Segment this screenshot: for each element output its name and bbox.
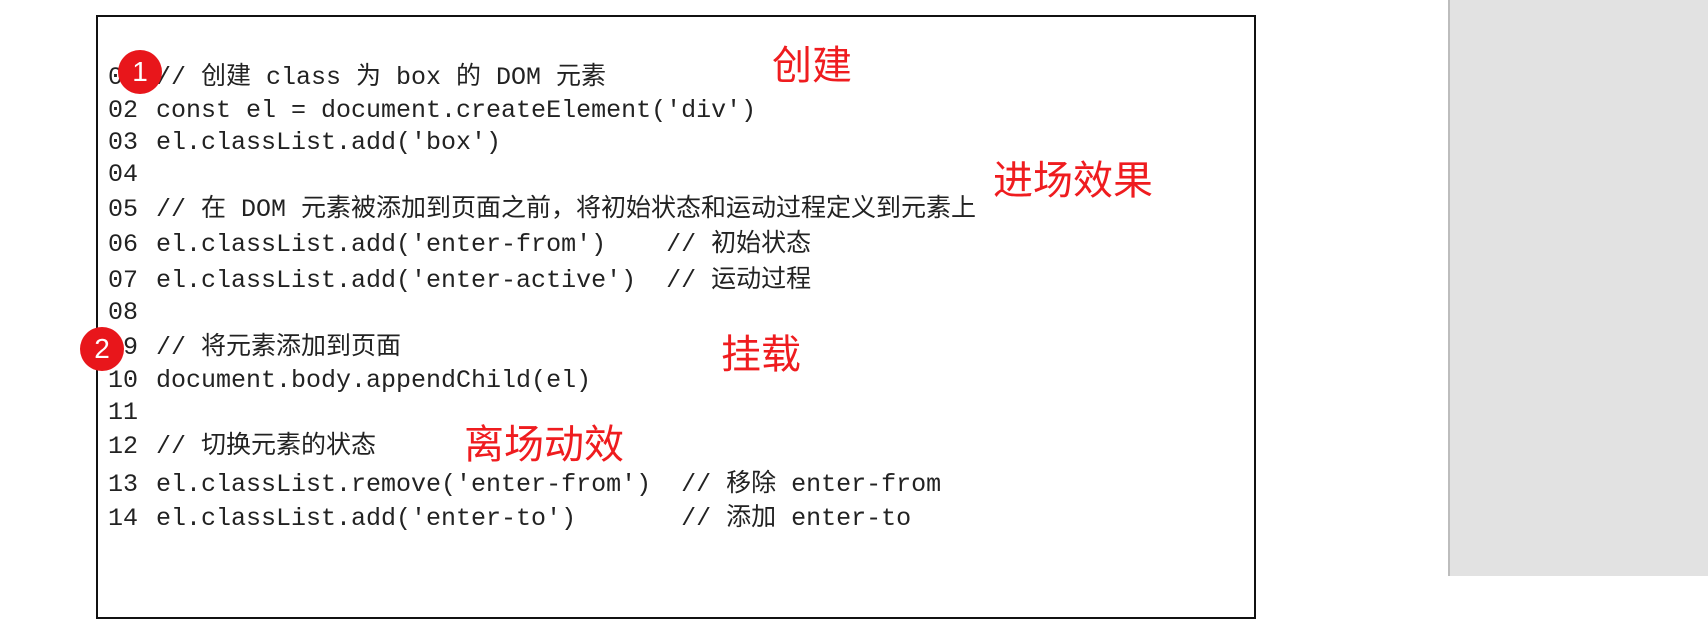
line-number: 06: [108, 230, 139, 259]
line-text: document.body.appendChild(el): [156, 366, 592, 395]
annotation-leave-effect: 离场动效: [464, 421, 624, 469]
line-text: el.classList.add('enter-to') // 添加 enter…: [156, 504, 912, 533]
code-line: 14 el.classList.add('enter-to') // 添加 ent…: [108, 502, 911, 536]
line-number: 05: [108, 195, 139, 224]
side-panel: [1448, 0, 1708, 576]
annotation-create: 创建: [772, 42, 852, 90]
line-text: // 切换元素的状态: [156, 432, 377, 461]
line-text: [146, 398, 156, 427]
line-text: [146, 298, 156, 327]
code-line: 09// 将元素添加到页面: [108, 331, 401, 365]
code-line: 08: [108, 296, 156, 330]
line-number: 10: [108, 366, 139, 395]
line-number: 07: [108, 266, 139, 295]
line-number: 04: [108, 160, 139, 189]
code-line: 05 // 在 DOM 元素被添加到页面之前，将初始状态和运动过程定义到元素上: [108, 193, 976, 227]
code-line: 03 el.classList.add('box'): [108, 126, 501, 160]
code-line: 01// 创建 class 为 box 的 DOM 元素: [108, 61, 606, 95]
line-number: 11: [108, 398, 139, 427]
code-line: 06 el.classList.add('enter-from') // 初始状态: [108, 228, 811, 262]
code-line: 04: [108, 158, 156, 192]
line-text: el.classList.add('enter-from') // 初始状态: [156, 230, 812, 259]
code-line: 02 const el = document.createElement('div…: [108, 94, 756, 128]
line-text: // 将元素添加到页面: [156, 333, 402, 362]
code-line: 11: [108, 396, 156, 430]
code-line: 13 el.classList.remove('enter-from') // 移…: [108, 468, 941, 502]
line-text: // 创建 class 为 box 的 DOM 元素: [156, 63, 607, 92]
line-text: // 在 DOM 元素被添加到页面之前，将初始状态和运动过程定义到元素上: [156, 195, 977, 224]
line-text: el.classList.remove('enter-from') // 移除 …: [156, 470, 942, 499]
step-marker-1: 1: [118, 50, 162, 94]
line-number: 03: [108, 128, 139, 157]
line-number: 08: [108, 298, 139, 327]
line-text: el.classList.add('enter-active') // 运动过程: [156, 266, 812, 295]
line-text: [146, 160, 156, 189]
code-frame: 01// 创建 class 为 box 的 DOM 元素 02 const el …: [96, 15, 1256, 619]
line-number: 02: [108, 96, 139, 125]
annotation-enter-effect: 进场效果: [993, 157, 1153, 205]
line-number: 12: [108, 432, 139, 461]
annotation-mount: 挂载: [721, 331, 801, 379]
code-line: 07 el.classList.add('enter-active') // 运动…: [108, 264, 811, 298]
step-marker-2: 2: [80, 327, 124, 371]
code-line: 10 document.body.appendChild(el): [108, 364, 591, 398]
line-number: 13: [108, 470, 139, 499]
code-line: 12 // 切换元素的状态: [108, 430, 376, 464]
line-text: el.classList.add('box'): [156, 128, 502, 157]
line-number: 14: [108, 504, 139, 533]
line-text: const el = document.createElement('div'): [156, 96, 757, 125]
